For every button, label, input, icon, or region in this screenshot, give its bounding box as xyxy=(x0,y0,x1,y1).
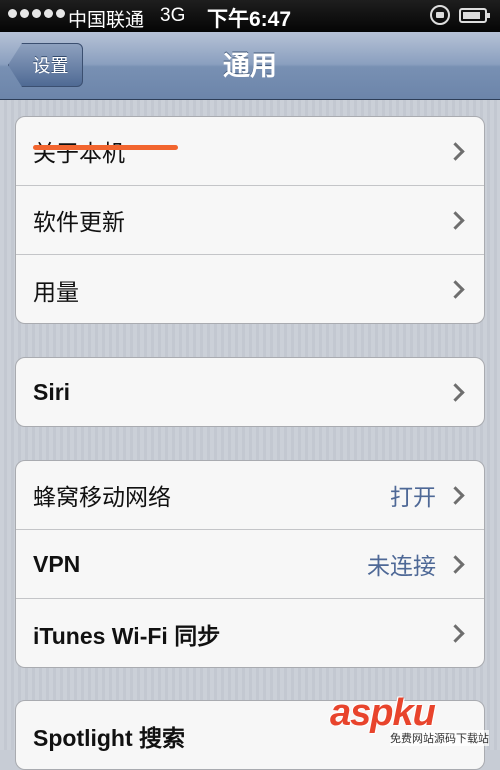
row-itunes-wifi-sync[interactable]: iTunes Wi-Fi 同步 xyxy=(16,599,484,667)
status-bar: 中国联通 3G 下午6:47 xyxy=(0,0,500,32)
watermark-subtitle: 免费网站源码下载站 xyxy=(390,730,489,746)
navigation-bar: 通用 设置 xyxy=(0,32,500,100)
battery-icon xyxy=(459,8,490,23)
chevron-right-icon xyxy=(446,210,465,230)
chevron-right-icon xyxy=(446,383,465,402)
network-type: 3G xyxy=(160,5,186,26)
row-label: 软件更新 xyxy=(33,209,125,235)
annotation-strike-line xyxy=(33,145,178,150)
status-time: 下午6:47 xyxy=(207,8,292,31)
chevron-right-icon xyxy=(446,554,465,574)
rotation-lock-icon xyxy=(430,5,450,25)
settings-group-network: 蜂窝移动网络 打开 VPN 未连接 iTunes Wi-Fi 同步 xyxy=(15,460,485,668)
row-label: 用量 xyxy=(33,278,79,305)
carrier-name: 中国联通 xyxy=(68,10,145,31)
signal-strength-icon xyxy=(8,9,65,18)
row-value: 打开 xyxy=(390,484,436,510)
back-button[interactable]: 设置 xyxy=(8,43,83,87)
row-label: VPN xyxy=(33,550,81,577)
row-vpn[interactable]: VPN 未连接 xyxy=(16,530,484,599)
row-software-update[interactable]: 软件更新 xyxy=(16,186,484,255)
row-label: 关于本机 xyxy=(33,140,125,166)
chevron-right-icon xyxy=(446,141,465,161)
watermark-text: aspku xyxy=(330,692,436,734)
row-usage[interactable]: 用量 xyxy=(16,255,484,323)
chevron-right-icon xyxy=(446,485,465,505)
row-siri[interactable]: Siri xyxy=(16,358,484,426)
watermark-logo: aspku 免费网站源码下载站 xyxy=(330,692,500,750)
row-cellular[interactable]: 蜂窝移动网络 打开 xyxy=(16,461,484,530)
row-about[interactable]: 关于本机 xyxy=(16,117,484,186)
chevron-right-icon xyxy=(446,624,465,643)
row-label: iTunes Wi-Fi 同步 xyxy=(33,622,221,649)
row-label: 蜂窝移动网络 xyxy=(33,484,171,510)
settings-group-siri: Siri xyxy=(15,357,485,427)
chevron-right-icon xyxy=(446,280,465,299)
row-value: 未连接 xyxy=(367,553,436,579)
row-label: Siri xyxy=(33,379,71,405)
row-label: Spotlight 搜索 xyxy=(33,724,186,751)
